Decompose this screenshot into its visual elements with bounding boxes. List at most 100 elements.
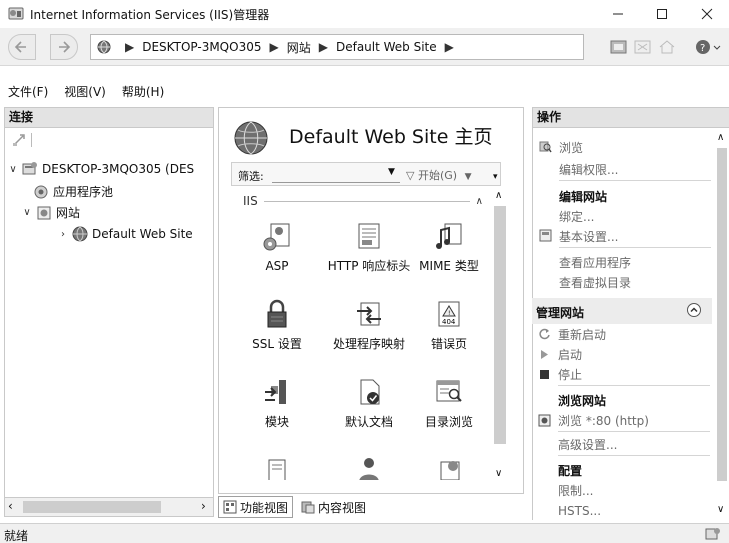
mime-types-icon [433, 220, 465, 252]
breadcrumb-server[interactable]: DESKTOP-3MQO305 [142, 40, 261, 54]
action-bindings[interactable]: 绑定... [559, 208, 594, 225]
asp-icon [261, 220, 293, 252]
feature-label: SSL 设置 [252, 337, 302, 351]
refresh-icon[interactable] [610, 39, 628, 55]
restart-icon [538, 327, 551, 340]
scroll-left-icon[interactable]: ‹ [8, 499, 13, 513]
tree-node-default-web-site-label: Default Web Site [92, 227, 193, 241]
action-view-virtual-directories[interactable]: 查看虚拟目录 [559, 274, 631, 291]
expand-chevron-icon[interactable]: ∨ [7, 164, 19, 175]
action-basic-settings[interactable]: 基本设置... [559, 228, 618, 245]
server-status-icon [705, 526, 721, 542]
tab-content-view[interactable]: 内容视图 [297, 496, 370, 518]
action-stop[interactable]: 停止 [558, 366, 582, 383]
action-browse-80[interactable]: 浏览 *:80 (http) [558, 412, 649, 429]
connections-tree[interactable]: ∨ DESKTOP-3MQO305 (DES 应用程序池 ∨ 网站 › Defa… [4, 152, 214, 497]
breadcrumb-site[interactable]: Default Web Site [336, 40, 437, 54]
stop-icon [538, 368, 551, 381]
sites-folder-icon [36, 205, 52, 221]
help-menu-icon[interactable]: ? [695, 39, 729, 55]
scrollbar-thumb[interactable] [494, 206, 506, 444]
tab-features-view[interactable]: 功能视图 [218, 496, 294, 518]
feature-mime-types[interactable]: MIME 类型 [403, 220, 495, 274]
handler-mappings-icon [353, 298, 385, 330]
feature-handler-mappings[interactable]: 处理程序映射 [323, 298, 415, 352]
breadcrumb-separator-icon: ▶ [125, 40, 135, 54]
collapse-chevron-icon[interactable]: › [57, 229, 69, 240]
menu-help[interactable]: 帮助(H) [114, 83, 172, 100]
feature-partial[interactable] [403, 454, 495, 480]
request-filtering-icon [433, 454, 465, 480]
iis-group-header[interactable]: IIS ∧ [243, 194, 483, 208]
address-field[interactable]: ▶ DESKTOP-3MQO305 ▶ 网站 ▶ Default Web Sit… [90, 34, 584, 60]
tree-node-sites[interactable]: ∨ 网站 [21, 204, 80, 221]
scroll-right-icon[interactable]: › [201, 499, 206, 513]
filter-input[interactable] [272, 165, 400, 183]
tree-node-app-pools[interactable]: 应用程序池 [33, 183, 113, 200]
close-button[interactable] [685, 0, 729, 28]
features-vscrollbar[interactable]: ∧ ∨ [491, 190, 509, 482]
tab-label: 内容视图 [318, 500, 367, 515]
feature-modules[interactable]: 模块 [231, 376, 323, 430]
action-hsts[interactable]: HSTS... [558, 504, 601, 518]
title-bar: Internet Information Services (IIS)管理器 [0, 0, 729, 28]
scrollbar-thumb[interactable] [717, 148, 727, 481]
scrollbar-thumb[interactable] [23, 501, 161, 513]
tree-node-default-web-site[interactable]: › Default Web Site [57, 226, 193, 242]
menu-file[interactable]: 文件(F) [0, 83, 56, 100]
forward-button[interactable] [50, 34, 78, 60]
minimize-button[interactable] [596, 0, 640, 28]
action-explore[interactable]: 浏览 [559, 139, 583, 156]
feature-error-pages[interactable]: ! 404 错误页 [403, 298, 495, 352]
actions-vscrollbar[interactable]: ∧ ∨ [714, 128, 729, 520]
action-advanced-settings[interactable]: 高级设置... [558, 436, 617, 453]
feature-ssl-settings[interactable]: SSL 设置 [231, 298, 323, 352]
feature-default-document[interactable]: 默认文档 [323, 376, 415, 430]
manage-site-label: 管理网站 [536, 306, 585, 320]
feature-partial[interactable] [323, 454, 415, 480]
collapse-section-icon[interactable] [686, 302, 702, 318]
menu-view[interactable]: 视图(V) [56, 83, 114, 100]
section-browse-site: 浏览网站 [558, 394, 607, 408]
home-icon[interactable] [658, 39, 676, 55]
iis-app-icon [8, 6, 24, 22]
feature-asp[interactable]: ASP [231, 220, 323, 274]
dropdown-arrow-icon: ▼ [464, 172, 472, 182]
filter-scroll-arrow-icon[interactable]: ▾ [493, 172, 498, 182]
toolbar-divider [31, 133, 32, 147]
collapse-group-icon[interactable]: ∧ [476, 196, 483, 207]
feature-directory-browsing[interactable]: 目录浏览 [403, 376, 495, 430]
action-limits[interactable]: 限制... [558, 482, 593, 499]
filter-start-button[interactable]: ▽ 开始(G) ▼ [406, 167, 472, 183]
action-start[interactable]: 启动 [558, 346, 582, 363]
action-restart[interactable]: 重新启动 [558, 326, 606, 343]
feature-label: 模块 [264, 415, 289, 429]
action-view-applications[interactable]: 查看应用程序 [559, 254, 631, 271]
svg-text:?: ? [700, 43, 705, 54]
globe-icon [97, 40, 111, 54]
section-edit-site: 编辑网站 [559, 190, 608, 204]
expand-chevron-icon[interactable]: ∨ [21, 207, 33, 218]
tree-node-server[interactable]: ∨ DESKTOP-3MQO305 (DES [7, 161, 194, 177]
back-button[interactable] [8, 34, 36, 60]
connect-icon[interactable] [11, 132, 27, 148]
dropdown-arrow-icon[interactable]: ▼ [388, 167, 395, 177]
scroll-down-icon[interactable]: ∨ [717, 504, 724, 515]
connections-hscrollbar[interactable]: ‹ › [4, 497, 214, 517]
scroll-up-icon[interactable]: ∧ [717, 132, 724, 143]
svg-text:404: 404 [442, 318, 456, 326]
connections-toolbar [4, 128, 214, 152]
scroll-down-icon[interactable]: ∨ [495, 468, 502, 479]
action-edit-permissions[interactable]: 编辑权限... [559, 161, 618, 178]
features-view-icon [223, 500, 237, 514]
manage-site-header[interactable]: 管理网站 [532, 298, 712, 324]
stop-icon[interactable] [634, 39, 652, 55]
feature-partial[interactable] [231, 454, 323, 480]
server-icon [22, 161, 38, 177]
menu-bar: 文件(F) 视图(V) 帮助(H) [0, 80, 729, 102]
maximize-button[interactable] [640, 0, 684, 28]
breadcrumb-sites[interactable]: 网站 [287, 39, 311, 56]
scroll-up-icon[interactable]: ∧ [495, 190, 502, 201]
feature-http-response-headers[interactable]: HTTP 响应标头 [323, 220, 415, 274]
feature-label: ASP [265, 259, 289, 273]
